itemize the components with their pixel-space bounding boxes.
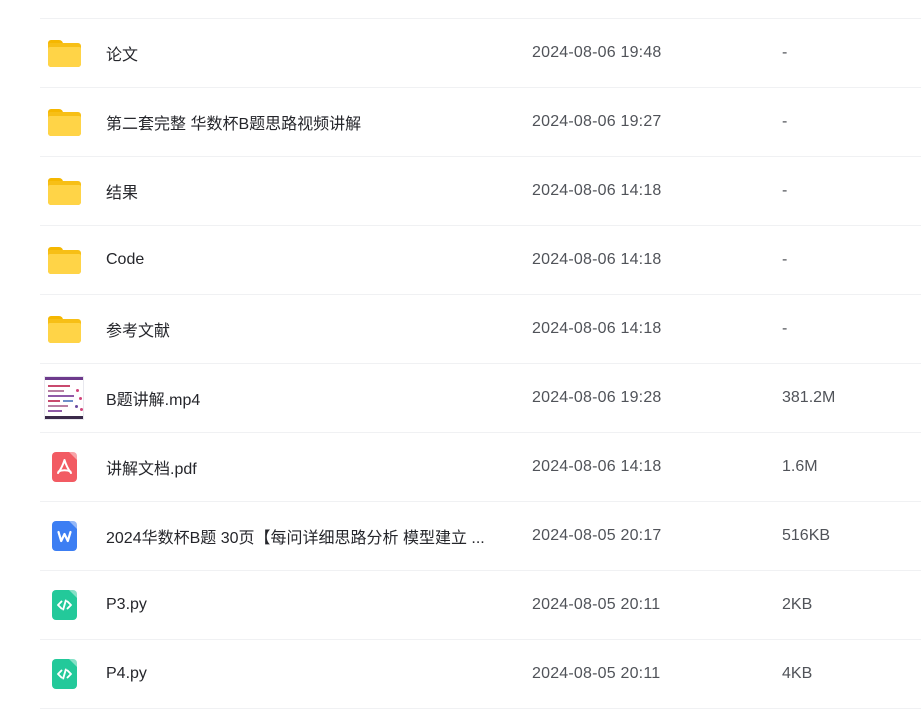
file-row[interactable]: B题讲解.mp4 2024-08-06 19:28 381.2M xyxy=(40,364,921,433)
file-date: 2024-08-06 14:18 xyxy=(532,182,662,199)
folder-icon xyxy=(44,102,84,142)
file-list: 论文 2024-08-06 19:48 - 第二套完整 华数杯B题思路视频讲解 … xyxy=(40,18,921,709)
file-name[interactable]: P4.py xyxy=(106,665,506,683)
folder-icon xyxy=(44,240,84,280)
file-row[interactable]: 参考文献 2024-08-06 14:18 - xyxy=(40,295,921,364)
file-row[interactable]: P4.py 2024-08-05 20:11 4KB xyxy=(40,640,921,709)
file-name[interactable]: 2024华数杯B题 30页【每问详细思路分析 模型建立 ... xyxy=(106,524,506,548)
file-name[interactable]: 结果 xyxy=(106,179,506,203)
file-date: 2024-08-06 19:27 xyxy=(532,113,662,130)
file-name[interactable]: 参考文献 xyxy=(106,317,506,341)
file-date: 2024-08-06 14:18 xyxy=(532,458,662,475)
file-size: 2KB xyxy=(782,596,813,613)
file-date: 2024-08-06 14:18 xyxy=(532,320,662,337)
file-size: 516KB xyxy=(782,527,831,544)
file-name[interactable]: 第二套完整 华数杯B题思路视频讲解 xyxy=(106,110,506,134)
file-name[interactable]: B题讲解.mp4 xyxy=(106,386,506,410)
file-date: 2024-08-05 20:11 xyxy=(532,665,661,682)
file-row[interactable]: 讲解文档.pdf 2024-08-06 14:18 1.6M xyxy=(40,433,921,502)
file-row[interactable]: 结果 2024-08-06 14:18 - xyxy=(40,157,921,226)
word-doc-icon xyxy=(44,516,84,556)
video-thumbnail-icon xyxy=(44,376,84,420)
file-row[interactable]: 第二套完整 华数杯B题思路视频讲解 2024-08-06 19:27 - xyxy=(40,88,921,157)
file-size: 381.2M xyxy=(782,389,836,406)
file-size: 1.6M xyxy=(782,458,818,475)
file-row[interactable]: 论文 2024-08-06 19:48 - xyxy=(40,19,921,88)
file-size: - xyxy=(782,44,788,61)
file-size: - xyxy=(782,320,788,337)
folder-icon xyxy=(44,171,84,211)
code-file-icon xyxy=(44,654,84,694)
file-row[interactable]: Code 2024-08-06 14:18 - xyxy=(40,226,921,295)
file-name[interactable]: Code xyxy=(106,251,506,269)
file-date: 2024-08-05 20:17 xyxy=(532,527,662,544)
folder-icon xyxy=(44,309,84,349)
file-name[interactable]: 论文 xyxy=(106,41,506,65)
folder-icon xyxy=(44,33,84,73)
file-size: - xyxy=(782,251,788,268)
file-name[interactable]: P3.py xyxy=(106,596,506,614)
file-date: 2024-08-06 19:28 xyxy=(532,389,662,406)
pdf-icon xyxy=(44,447,84,487)
file-size: 4KB xyxy=(782,665,813,682)
file-size: - xyxy=(782,113,788,130)
file-name[interactable]: 讲解文档.pdf xyxy=(106,455,506,479)
file-date: 2024-08-06 14:18 xyxy=(532,251,662,268)
file-date: 2024-08-05 20:11 xyxy=(532,596,661,613)
code-file-icon xyxy=(44,585,84,625)
file-row[interactable]: P3.py 2024-08-05 20:11 2KB xyxy=(40,571,921,640)
file-date: 2024-08-06 19:48 xyxy=(532,44,662,61)
file-size: - xyxy=(782,182,788,199)
file-row[interactable]: 2024华数杯B题 30页【每问详细思路分析 模型建立 ... 2024-08-… xyxy=(40,502,921,571)
